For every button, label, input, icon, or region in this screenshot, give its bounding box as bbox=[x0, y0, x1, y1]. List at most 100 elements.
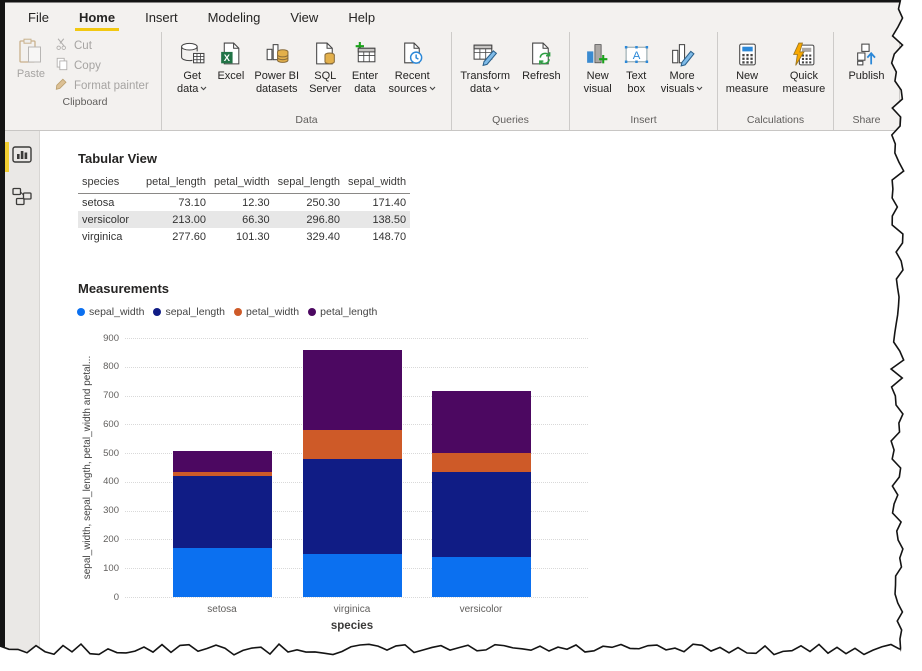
table-cell[interactable]: 171.40 bbox=[344, 194, 410, 212]
legend-dot bbox=[234, 308, 242, 316]
refresh-button[interactable]: Refresh bbox=[519, 36, 564, 112]
column-header-sepal-width[interactable]: sepal_width bbox=[344, 173, 410, 194]
bar-segment-sepal_length-setosa[interactable] bbox=[173, 476, 272, 548]
get-data-icon bbox=[179, 38, 206, 70]
legend-dot bbox=[308, 308, 316, 316]
enter-data-button[interactable]: Enter data bbox=[348, 36, 381, 112]
table-cell[interactable]: virginica bbox=[78, 228, 142, 245]
table-cell[interactable]: 250.30 bbox=[274, 194, 344, 212]
table-cell[interactable]: setosa bbox=[78, 194, 142, 212]
table-cell[interactable]: 277.60 bbox=[142, 228, 210, 245]
ribbon: File Home Insert Modeling View Help Past… bbox=[5, 2, 907, 131]
legend-item-sepal_length[interactable]: sepal_length bbox=[153, 306, 225, 318]
bar-segment-sepal_length-versicolor[interactable] bbox=[432, 472, 531, 557]
table-cell[interactable]: 148.70 bbox=[344, 228, 410, 245]
recent-sources-button[interactable]: Recent sources bbox=[385, 36, 439, 112]
x-axis-title: species bbox=[292, 620, 412, 632]
table-row-setosa[interactable]: setosa 73.10 12.30 250.30 171.40 bbox=[78, 194, 410, 212]
ribbon-group-data: Get data X Excel bbox=[162, 32, 452, 130]
sidebar-item-model-view[interactable] bbox=[5, 183, 40, 215]
column-header-species[interactable]: species bbox=[78, 173, 142, 194]
table-cell[interactable]: 73.10 bbox=[142, 194, 210, 212]
table-cell[interactable]: 296.80 bbox=[274, 211, 344, 228]
bar-segment-petal_length-setosa[interactable] bbox=[173, 451, 272, 472]
legend-label: petal_width bbox=[246, 306, 299, 318]
column-header-petal-length[interactable]: petal_length bbox=[142, 173, 210, 194]
cut-icon bbox=[55, 37, 69, 56]
legend-item-sepal_width[interactable]: sepal_width bbox=[77, 306, 144, 318]
power-bi-datasets-button[interactable]: Power BI datasets bbox=[251, 36, 302, 112]
table-cell[interactable]: 329.40 bbox=[274, 228, 344, 245]
group-label-calculations: Calculations bbox=[718, 112, 833, 130]
menu-home[interactable]: Home bbox=[64, 3, 130, 32]
x-axis-category-label: versicolor bbox=[421, 604, 541, 615]
enter-data-icon bbox=[351, 38, 378, 70]
table-cell[interactable]: 138.50 bbox=[344, 211, 410, 228]
get-data-button[interactable]: Get data bbox=[174, 36, 210, 112]
bar-segment-sepal_width-versicolor[interactable] bbox=[432, 557, 531, 597]
bar-segment-petal_width-virginica[interactable] bbox=[303, 430, 402, 459]
transform-data-button[interactable]: Transform data bbox=[457, 36, 513, 112]
chevron-down-icon bbox=[493, 86, 500, 91]
excel-button[interactable]: X Excel bbox=[214, 36, 247, 112]
power-bi-datasets-icon bbox=[263, 38, 290, 70]
legend-dot bbox=[77, 308, 85, 316]
publish-icon bbox=[853, 38, 880, 70]
menu-help[interactable]: Help bbox=[333, 3, 390, 32]
more-visuals-button[interactable]: More visuals bbox=[658, 36, 707, 112]
menu-insert[interactable]: Insert bbox=[130, 3, 193, 32]
chevron-down-icon bbox=[696, 86, 703, 91]
legend-dot bbox=[153, 308, 161, 316]
legend-label: petal_length bbox=[320, 306, 377, 318]
table-cell[interactable]: 101.30 bbox=[210, 228, 274, 245]
menu-bar: File Home Insert Modeling View Help bbox=[5, 2, 907, 32]
format-painter-button: Format painter bbox=[55, 78, 149, 94]
quick-measure-button[interactable]: Quick measure bbox=[780, 36, 829, 112]
column-header-sepal-length[interactable]: sepal_length bbox=[274, 173, 344, 194]
bar-segment-sepal_width-virginica[interactable] bbox=[303, 554, 402, 597]
legend-item-petal_length[interactable]: petal_length bbox=[308, 306, 377, 318]
paste-button: Paste bbox=[13, 34, 49, 94]
paste-icon bbox=[16, 36, 46, 68]
bar-segment-sepal_width-setosa[interactable] bbox=[173, 548, 272, 597]
bar-segment-petal_width-versicolor[interactable] bbox=[432, 453, 531, 472]
table-cell[interactable]: versicolor bbox=[78, 211, 142, 228]
bar-segment-petal_length-versicolor[interactable] bbox=[432, 391, 531, 452]
table-cell[interactable]: 66.30 bbox=[210, 211, 274, 228]
copy-button: Copy bbox=[55, 58, 149, 74]
sidebar-item-report-view[interactable] bbox=[5, 141, 40, 173]
table-header-row: species petal_length petal_width sepal_l… bbox=[78, 173, 410, 194]
table-cell[interactable]: 213.00 bbox=[142, 211, 210, 228]
column-header-petal-width[interactable]: petal_width bbox=[210, 173, 274, 194]
new-visual-icon bbox=[584, 38, 611, 70]
refresh-icon bbox=[528, 38, 555, 70]
publish-button[interactable]: Publish bbox=[845, 36, 887, 112]
new-measure-button[interactable]: New measure bbox=[723, 36, 772, 112]
table-row-virginica[interactable]: virginica 277.60 101.30 329.40 148.70 bbox=[78, 228, 410, 245]
legend-item-petal_width[interactable]: petal_width bbox=[234, 306, 299, 318]
bar-segment-petal_length-virginica[interactable] bbox=[303, 350, 402, 430]
menu-modeling[interactable]: Modeling bbox=[193, 3, 276, 32]
sql-server-button[interactable]: SQL Server bbox=[306, 36, 344, 112]
excel-icon: X bbox=[217, 38, 244, 70]
ribbon-group-share: Publish Share bbox=[834, 32, 900, 130]
bar-segment-petal_width-setosa[interactable] bbox=[173, 472, 272, 476]
menu-file[interactable]: File bbox=[13, 3, 64, 32]
tabular-view-table: species petal_length petal_width sepal_l… bbox=[78, 173, 410, 245]
cut-button: Cut bbox=[55, 38, 149, 54]
new-visual-button[interactable]: New visual bbox=[581, 36, 615, 112]
table-cell[interactable]: 12.30 bbox=[210, 194, 274, 212]
view-sidebar bbox=[5, 131, 40, 651]
group-label-insert: Insert bbox=[570, 112, 717, 130]
report-view-icon bbox=[12, 146, 32, 169]
text-box-button[interactable]: A Text box bbox=[620, 36, 653, 112]
table-row-versicolor[interactable]: versicolor 213.00 66.30 296.80 138.50 bbox=[78, 211, 410, 228]
menu-view[interactable]: View bbox=[275, 3, 333, 32]
stacked-bar-chart: 0100200300400500600700800900sepal_width,… bbox=[82, 325, 642, 637]
x-axis-category-label: virginica bbox=[292, 604, 412, 615]
new-measure-icon bbox=[734, 38, 761, 70]
bar-segment-sepal_length-virginica[interactable] bbox=[303, 459, 402, 554]
format-painter-icon bbox=[55, 77, 69, 96]
recent-sources-icon bbox=[399, 38, 426, 70]
ribbon-group-clipboard: Paste Cut Copy bbox=[9, 32, 162, 130]
